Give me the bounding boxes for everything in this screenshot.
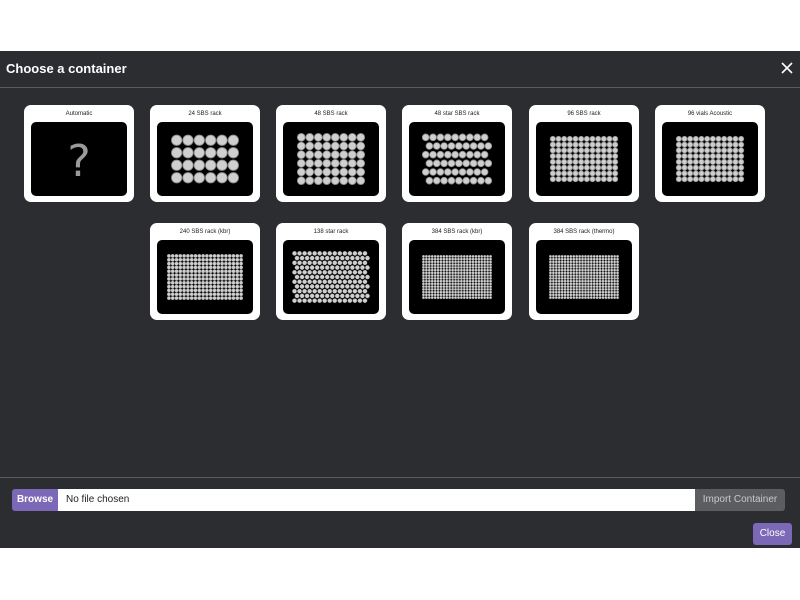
rack-48-star-icon: [409, 122, 505, 196]
container-label: 96 vials Acoustic: [687, 111, 733, 117]
rack-384-thermo-icon: [536, 240, 632, 314]
container-label: 240 SBS rack (kbr): [179, 229, 231, 235]
question-mark-icon: ?: [31, 122, 127, 196]
container-card-96-sbs-rack[interactable]: 96 SBS rack: [529, 105, 639, 202]
close-button[interactable]: Close: [753, 523, 792, 545]
container-label: Automatic: [65, 111, 93, 117]
rack-384-kbr-icon: [409, 240, 505, 314]
container-label: 48 SBS rack: [314, 111, 348, 117]
container-label: 384 SBS rack (kbr): [431, 229, 483, 235]
file-picker: Browse No file chosen Import Container: [12, 489, 785, 511]
container-label: 384 SBS rack (thermo): [553, 229, 615, 235]
container-label: 96 SBS rack: [567, 111, 601, 117]
container-card-138-star-rack[interactable]: 138 star rack: [276, 223, 386, 320]
rack-24-icon: [157, 122, 253, 196]
browse-button[interactable]: Browse: [12, 489, 58, 511]
rack-96-vials-icon: [662, 122, 758, 196]
container-card-384-sbs-rack-kbr[interactable]: 384 SBS rack (kbr): [402, 223, 512, 320]
container-card-48-sbs-rack[interactable]: 48 SBS rack: [276, 105, 386, 202]
choose-container-dialog: Choose a container Automatic ? 24 SBS ra…: [0, 51, 800, 548]
footer-divider: [0, 477, 800, 478]
import-container-button[interactable]: Import Container: [695, 489, 785, 511]
container-card-384-sbs-rack-thermo[interactable]: 384 SBS rack (thermo): [529, 223, 639, 320]
svg-text:?: ?: [67, 136, 90, 187]
rack-96-icon: [536, 122, 632, 196]
container-card-240-sbs-rack-kbr[interactable]: 240 SBS rack (kbr): [150, 223, 260, 320]
rack-48-icon: [283, 122, 379, 196]
file-name-field[interactable]: No file chosen: [58, 489, 695, 511]
container-label: 138 star rack: [313, 229, 349, 235]
container-card-24-sbs-rack[interactable]: 24 SBS rack: [150, 105, 260, 202]
container-label: 48 star SBS rack: [434, 111, 480, 117]
rack-240-icon: [157, 240, 253, 314]
container-card-automatic[interactable]: Automatic ?: [24, 105, 134, 202]
container-grid: Automatic ? 24 SBS rack 48 SBS rack 48 s…: [0, 51, 800, 351]
container-label: 24 SBS rack: [188, 111, 222, 117]
container-card-48-star-sbs-rack[interactable]: 48 star SBS rack: [402, 105, 512, 202]
container-card-96-vials-acoustic[interactable]: 96 vials Acoustic: [655, 105, 765, 202]
rack-138-star-icon: [283, 240, 379, 314]
